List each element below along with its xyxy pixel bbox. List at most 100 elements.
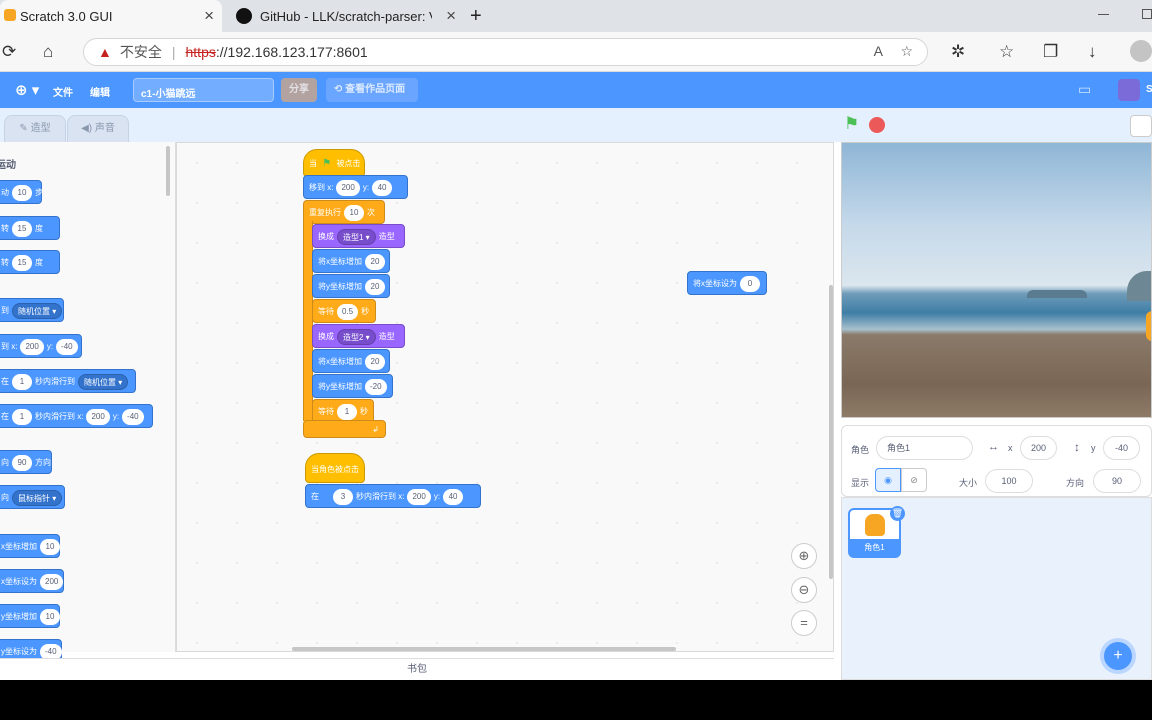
- script-workspace[interactable]: 当 ⚑ 被点击 移到 x: 200 y: 40 重复执行 10 次 换成 造型1 ▾ 造型 将…: [176, 142, 834, 652]
- read-aloud-icon[interactable]: A: [874, 43, 883, 59]
- palette-block[interactable]: 动 10 步: [0, 180, 43, 204]
- reload-icon[interactable]: ⟳: [2, 41, 16, 63]
- when-flag-clicked-block[interactable]: 当 ⚑ 被点击: [303, 149, 365, 177]
- number-input[interactable]: 200: [20, 338, 44, 355]
- number-input[interactable]: 200: [40, 573, 64, 590]
- stop-icon[interactable]: [869, 117, 885, 133]
- sprite-name-input[interactable]: 角色1: [876, 436, 973, 460]
- edit-menu[interactable]: 编辑: [90, 84, 110, 99]
- stage-canvas[interactable]: [841, 142, 1152, 418]
- zoom-in-button[interactable]: ⊕: [791, 543, 817, 569]
- costume-dropdown[interactable]: 造型1 ▾: [337, 228, 376, 245]
- green-flag-icon[interactable]: ⚑: [844, 114, 859, 134]
- y-position-input[interactable]: -40: [1103, 436, 1140, 460]
- when-sprite-clicked-block[interactable]: 当角色被点击: [305, 453, 365, 483]
- close-tab-icon[interactable]: ×: [204, 6, 214, 26]
- glide-to-xy-block[interactable]: 在 3 秒内滑行到 x: 200 y: 40: [305, 484, 481, 508]
- number-input[interactable]: -40: [56, 338, 78, 355]
- project-title-input[interactable]: c1-小猫跳远: [133, 78, 274, 102]
- direction-input[interactable]: 90: [1093, 469, 1141, 493]
- number-input[interactable]: 10: [12, 184, 32, 201]
- palette-block[interactable]: y坐标增加 10: [0, 604, 60, 628]
- palette-block[interactable]: 在 1 秒内滑行到 x: 200 y: -40: [0, 404, 153, 428]
- island: [1027, 290, 1087, 298]
- user-avatar[interactable]: [1118, 79, 1140, 101]
- favorite-icon[interactable]: ☆: [900, 43, 913, 60]
- number-input[interactable]: -40: [122, 408, 144, 425]
- change-y-block[interactable]: 将y坐标增加 20: [312, 274, 390, 298]
- profile-avatar[interactable]: [1130, 40, 1152, 62]
- palette-block[interactable]: x坐标设为 200: [0, 569, 64, 593]
- new-tab-button[interactable]: +: [470, 0, 490, 32]
- number-input[interactable]: 15: [12, 254, 32, 271]
- tab-sounds[interactable]: ◀) 声音: [67, 115, 129, 143]
- home-icon[interactable]: ⌂: [43, 41, 53, 63]
- palette-scrollbar[interactable]: [166, 146, 170, 196]
- palette-block[interactable]: 转 15 度: [0, 250, 60, 274]
- close-tab-icon[interactable]: ×: [446, 6, 456, 26]
- share-button[interactable]: 分享: [281, 78, 317, 102]
- zoom-reset-button[interactable]: =: [791, 610, 817, 636]
- block-dropdown[interactable]: 随机位置 ▾: [12, 302, 63, 319]
- see-project-page-button[interactable]: ⟲ 查看作品页面: [326, 78, 418, 102]
- stage-size-toggle-icon[interactable]: [1130, 115, 1152, 137]
- address-bar[interactable]: ▲ 不安全 | https ://192.168.123.177:8601 A …: [83, 38, 928, 66]
- x-position-input[interactable]: 200: [1020, 436, 1057, 460]
- headland: [1127, 271, 1151, 301]
- number-input[interactable]: 200: [86, 408, 110, 425]
- switch-costume-block[interactable]: 换成 造型1 ▾ 造型: [312, 224, 405, 248]
- number-input[interactable]: 1: [12, 373, 32, 390]
- sprite-thumbnail[interactable]: 角色1 🗑: [848, 506, 905, 558]
- extensions-icon[interactable]: ✲: [951, 41, 965, 63]
- collections-icon[interactable]: ❐: [1043, 41, 1058, 63]
- sprite-label: 角色: [851, 445, 870, 455]
- folder-icon[interactable]: ▭: [1078, 81, 1091, 98]
- block-dropdown[interactable]: 随机位置 ▾: [78, 373, 129, 390]
- repeat-block[interactable]: 重复执行 10 次: [303, 200, 385, 224]
- palette-block[interactable]: 在 1 秒内滑行到 随机位置 ▾: [0, 369, 136, 393]
- hide-sprite-button[interactable]: ⊘: [901, 468, 927, 492]
- block-dropdown[interactable]: 鼠标指针 ▾: [12, 489, 63, 506]
- number-input[interactable]: 10: [40, 608, 60, 625]
- number-input[interactable]: 10: [40, 538, 60, 555]
- repeat-count-input[interactable]: 10: [344, 204, 364, 221]
- browser-tab-scratch[interactable]: Scratch 3.0 GUI ×: [0, 0, 222, 32]
- file-menu[interactable]: 文件: [53, 84, 73, 99]
- wait-block[interactable]: 等待 0.5 秒: [312, 299, 376, 323]
- change-x-block[interactable]: 将x坐标增加 20: [312, 249, 390, 273]
- costume-dropdown[interactable]: 造型2 ▾: [337, 328, 376, 345]
- backpack-bar[interactable]: 书包: [0, 658, 834, 680]
- palette-block[interactable]: x坐标增加 10: [0, 534, 60, 558]
- show-sprite-button[interactable]: ◉: [875, 468, 901, 492]
- globe-icon[interactable]: ⊕ ▾: [15, 81, 39, 99]
- zoom-out-button[interactable]: ⊖: [791, 577, 817, 603]
- number-input[interactable]: 15: [12, 220, 32, 237]
- palette-block[interactable]: 到随机位置 ▾: [0, 298, 64, 322]
- palette-block[interactable]: 到 x: 200 y: -40: [0, 334, 82, 358]
- maximize-icon[interactable]: [1142, 9, 1152, 19]
- palette-block[interactable]: 向 90 方向: [0, 450, 52, 474]
- palette-block[interactable]: 向鼠标指针 ▾: [0, 485, 65, 509]
- y-input[interactable]: 40: [372, 179, 393, 196]
- sprite-name-label: 角色1: [850, 539, 899, 556]
- browser-tab-github[interactable]: GitHub - LLK/scratch-parser: Vali ×: [228, 0, 464, 32]
- minimize-icon[interactable]: [1098, 14, 1109, 15]
- set-x-block[interactable]: 将x坐标设为 0: [687, 271, 767, 295]
- workspace-vertical-scrollbar[interactable]: [829, 285, 833, 579]
- number-input[interactable]: 1: [12, 408, 32, 425]
- change-y-block[interactable]: 将y坐标增加 -20: [312, 374, 393, 398]
- goto-xy-block[interactable]: 移到 x: 200 y: 40: [303, 175, 408, 199]
- workspace-horizontal-scrollbar[interactable]: [292, 647, 676, 651]
- palette-block[interactable]: 转 15 度: [0, 216, 60, 240]
- change-x-block[interactable]: 将x坐标增加 20: [312, 349, 390, 373]
- delete-sprite-icon[interactable]: 🗑: [890, 506, 905, 521]
- tab-costumes[interactable]: ✎ 造型: [4, 115, 66, 143]
- add-sprite-button[interactable]: +: [1100, 638, 1136, 674]
- favorites-icon[interactable]: ☆: [999, 41, 1014, 63]
- download-icon[interactable]: ↓: [1088, 41, 1097, 63]
- size-input[interactable]: 100: [985, 469, 1033, 493]
- number-input[interactable]: 90: [12, 454, 32, 471]
- block-palette: 运动 动 10 步转 15 度转 15 度到随机位置 ▾ 到 x: 200 y: -40 在 1 秒内滑行…: [0, 142, 176, 663]
- switch-costume-block[interactable]: 换成 造型2 ▾ 造型: [312, 324, 405, 348]
- x-input[interactable]: 200: [336, 179, 360, 196]
